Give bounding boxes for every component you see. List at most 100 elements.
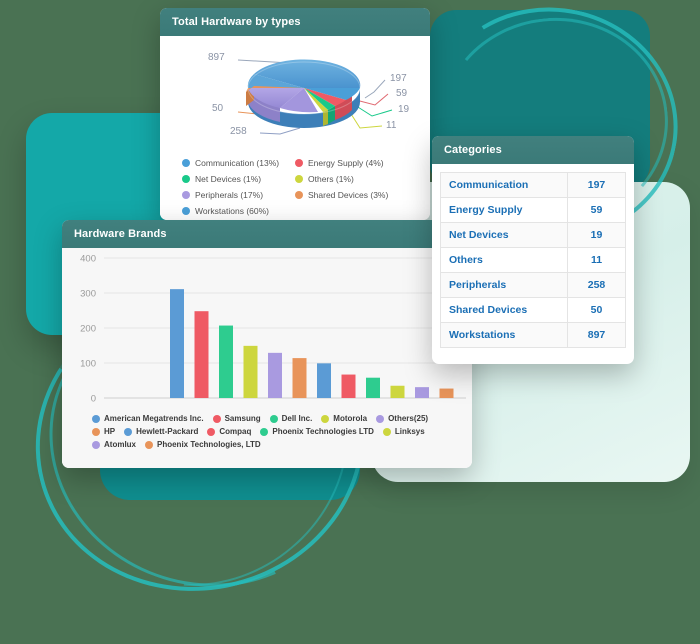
bar-legend-label: Atomlux: [104, 440, 136, 449]
pie-legend-item[interactable]: Net Devices (1%): [182, 174, 295, 184]
category-name-cell: Net Devices: [440, 222, 568, 248]
total-hardware-by-types-card: Total Hardware by types 897 197 59 19 11…: [160, 8, 430, 220]
bar[interactable]: [219, 325, 233, 398]
pie-card-title: Total Hardware by types: [160, 8, 430, 36]
hardware-brands-card: Hardware Brands 0 100 200 300 400 American M…: [62, 220, 472, 468]
pie-callout-50: 50: [212, 103, 224, 114]
pie-legend-label: Communication (13%): [195, 158, 280, 168]
pie-card-body: 897 197 59 19 11 258 50 Communication (1…: [160, 36, 430, 220]
bar-legend-label: Compaq: [219, 427, 252, 436]
bar[interactable]: [170, 289, 184, 398]
bar-legend-item[interactable]: Samsung: [212, 414, 261, 423]
category-name-cell: Shared Devices: [440, 297, 568, 323]
bar-legend-item[interactable]: Phoenix Technologies, LTD: [145, 440, 261, 449]
category-value-cell: 258: [567, 272, 626, 298]
bar[interactable]: [292, 358, 307, 398]
table-row[interactable]: Energy Supply 59: [440, 197, 626, 223]
bar-legend-label: Samsung: [224, 414, 261, 423]
legend-color-dot: [92, 427, 100, 436]
bar-legend-item[interactable]: Compaq: [207, 427, 251, 436]
legend-color-dot: [382, 427, 391, 436]
bar-legend-label: Phoenix Technologies LTD: [272, 427, 374, 436]
category-value-cell: 50: [567, 297, 626, 323]
bar[interactable]: [243, 345, 258, 398]
pie-legend-item[interactable]: Communication (13%): [182, 158, 295, 168]
bar[interactable]: [317, 363, 331, 398]
legend-color-dot: [212, 414, 221, 423]
legend-color-dot: [295, 175, 303, 183]
legend-color-dot: [145, 440, 153, 449]
legend-color-dot: [92, 414, 100, 423]
legend-color-dot: [376, 414, 385, 423]
bar-legend-item[interactable]: Others(25): [376, 414, 428, 423]
legend-color-dot: [182, 191, 190, 199]
table-row[interactable]: Workstations 897: [440, 322, 626, 348]
bar-legend-item[interactable]: Motorola: [321, 414, 367, 423]
pie-legend-item[interactable]: Peripherals (17%): [182, 190, 295, 200]
pie-callout-258: 258: [230, 126, 247, 137]
pie-legend-label: Energy Supply (4%): [308, 158, 384, 168]
category-value-cell: 897: [567, 322, 626, 348]
category-value-cell: 11: [567, 247, 626, 273]
category-name-cell: Energy Supply: [440, 197, 568, 223]
bar-legend-label: Hewlett-Packard: [136, 427, 199, 436]
bar-card-title: Hardware Brands: [62, 220, 472, 248]
pie-callout-59: 59: [396, 88, 408, 99]
bar[interactable]: [341, 374, 356, 398]
categories-card-body: Communication 197 Energy Supply 59 Net Devic…: [432, 164, 634, 356]
bar-legend-item[interactable]: Atomlux: [92, 440, 136, 449]
bar-legend-label: American Megatrends Inc.: [104, 414, 204, 423]
legend-color-dot: [92, 440, 100, 449]
category-name-cell: Communication: [440, 172, 568, 198]
bar[interactable]: [268, 352, 282, 398]
table-row[interactable]: Net Devices 19: [440, 222, 626, 248]
pie-legend: Communication (13%) Energy Supply (4%) Net…: [160, 152, 430, 220]
bar[interactable]: [366, 377, 380, 398]
pie-legend-item[interactable]: Workstations (60%): [182, 206, 295, 216]
legend-color-dot: [295, 159, 303, 167]
legend-color-dot: [260, 427, 269, 436]
bar-legend-item[interactable]: HP: [92, 427, 115, 436]
y-axis-tick-label: 200: [80, 324, 96, 335]
legend-color-dot: [207, 427, 216, 436]
legend-color-dot: [182, 175, 190, 183]
bar-legend-label: Linksys: [394, 427, 425, 436]
table-row[interactable]: Communication 197: [440, 172, 626, 198]
legend-color-dot: [182, 159, 190, 167]
pie-legend-item[interactable]: Others (1%): [295, 174, 408, 184]
bar-legend-label: Dell Inc.: [281, 414, 313, 423]
pie-legend-item[interactable]: Shared Devices (3%): [295, 190, 408, 200]
pie-legend-label: Shared Devices (3%): [308, 190, 389, 200]
categories-card-title: Categories: [432, 136, 634, 164]
legend-color-dot: [182, 207, 190, 215]
bar-legend-item[interactable]: American Megatrends Inc.: [92, 414, 204, 423]
dashboard-illustration: Total Hardware by types 897 197 59 19 11…: [0, 0, 700, 644]
bar-legend-label: Motorola: [333, 414, 368, 423]
bar[interactable]: [439, 388, 454, 398]
y-axis-tick-label: 100: [80, 359, 96, 370]
y-axis-tick-label: 0: [91, 394, 96, 405]
pie-legend-label: Peripherals (17%): [195, 190, 264, 200]
bar-legend-item[interactable]: Linksys: [382, 427, 425, 436]
table-row[interactable]: Others 11: [440, 247, 626, 273]
pie-chart: 897 197 59 19 11 258 50: [160, 40, 430, 152]
legend-color-dot: [124, 427, 133, 436]
category-value-cell: 197: [567, 172, 626, 198]
categories-table: Communication 197 Energy Supply 59 Net Devic…: [440, 172, 626, 348]
bar-legend-item[interactable]: Phoenix Technologies LTD: [260, 427, 374, 436]
pie-callout-897: 897: [208, 52, 225, 63]
bar-legend-item[interactable]: Hewlett-Packard: [124, 427, 198, 436]
pie-legend-item[interactable]: Energy Supply (4%): [295, 158, 408, 168]
table-row[interactable]: Shared Devices 50: [440, 297, 626, 323]
bar-legend-item[interactable]: Dell Inc.: [269, 414, 313, 423]
bar[interactable]: [390, 385, 405, 398]
table-row[interactable]: Peripherals 258: [440, 272, 626, 298]
y-axis-tick-label: 300: [80, 289, 96, 300]
bar-legend-label: HP: [104, 427, 116, 436]
pie-callout-197: 197: [390, 73, 407, 84]
category-value-cell: 19: [567, 222, 626, 248]
bar[interactable]: [194, 311, 209, 398]
bar[interactable]: [415, 387, 429, 398]
bar-legend: American Megatrends Inc. Samsung Dell Inc.…: [92, 414, 464, 453]
legend-color-dot: [295, 191, 303, 199]
